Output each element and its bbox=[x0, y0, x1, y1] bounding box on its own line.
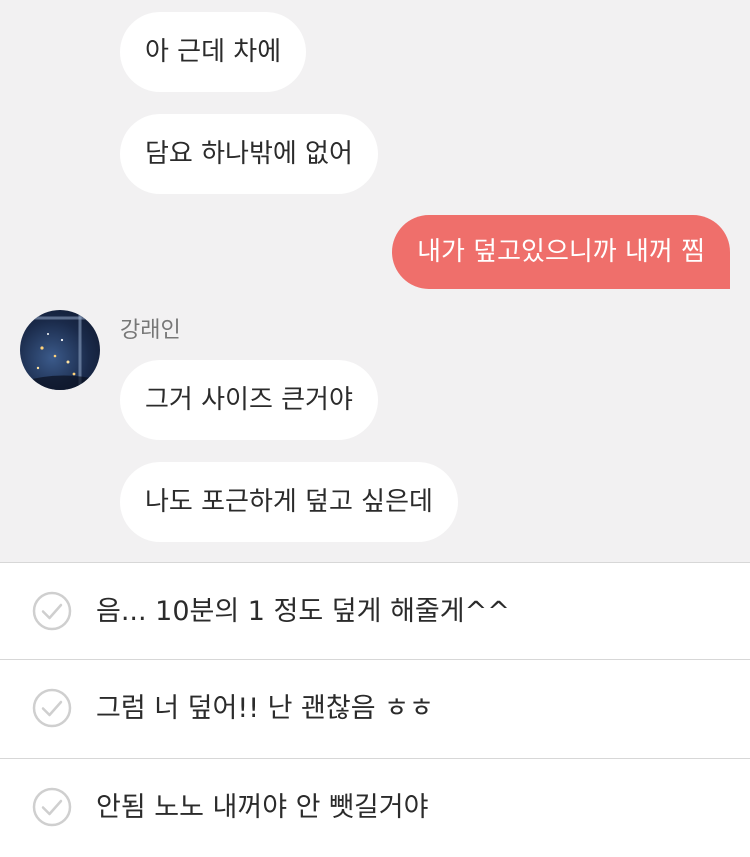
reply-option-label: 그럼 너 덮어!! 난 괜찮음 ㅎㅎ bbox=[96, 693, 434, 724]
reply-option-2[interactable]: 그럼 너 덮어!! 난 괜찮음 ㅎㅎ bbox=[0, 659, 750, 757]
reply-options: 음... 10분의 1 정도 덮게 해줄게^^ 그럼 너 덮어!! 난 괜찮음 … bbox=[0, 562, 750, 852]
avatar-image bbox=[20, 310, 100, 390]
reply-option-1[interactable]: 음... 10분의 1 정도 덮게 해줄게^^ bbox=[0, 562, 750, 660]
chat-area: 아 근데 차에 담요 하나밖에 없어 내가 덮고있으니까 내꺼 찜 강래인 그거… bbox=[0, 0, 750, 562]
message-bubble-incoming: 나도 포근하게 덮고 싶은데 bbox=[120, 462, 458, 542]
message-bubble-incoming: 그거 사이즈 큰거야 bbox=[120, 360, 378, 440]
check-circle-icon bbox=[32, 688, 72, 728]
check-circle-icon bbox=[32, 787, 72, 827]
message-bubble-incoming: 아 근데 차에 bbox=[120, 12, 307, 92]
reply-option-3[interactable]: 안됨 노노 내꺼야 안 뺏길거야 bbox=[0, 758, 750, 856]
reply-option-label: 음... 10분의 1 정도 덮게 해줄게^^ bbox=[96, 596, 510, 627]
avatar[interactable] bbox=[20, 310, 100, 390]
message-bubble-incoming: 담요 하나밖에 없어 bbox=[120, 114, 378, 194]
check-circle-icon bbox=[32, 591, 72, 631]
reply-option-label: 안됨 노노 내꺼야 안 뺏길거야 bbox=[96, 792, 429, 823]
message-bubble-outgoing: 내가 덮고있으니까 내꺼 찜 bbox=[392, 215, 730, 289]
sender-name: 강래인 bbox=[120, 318, 181, 343]
